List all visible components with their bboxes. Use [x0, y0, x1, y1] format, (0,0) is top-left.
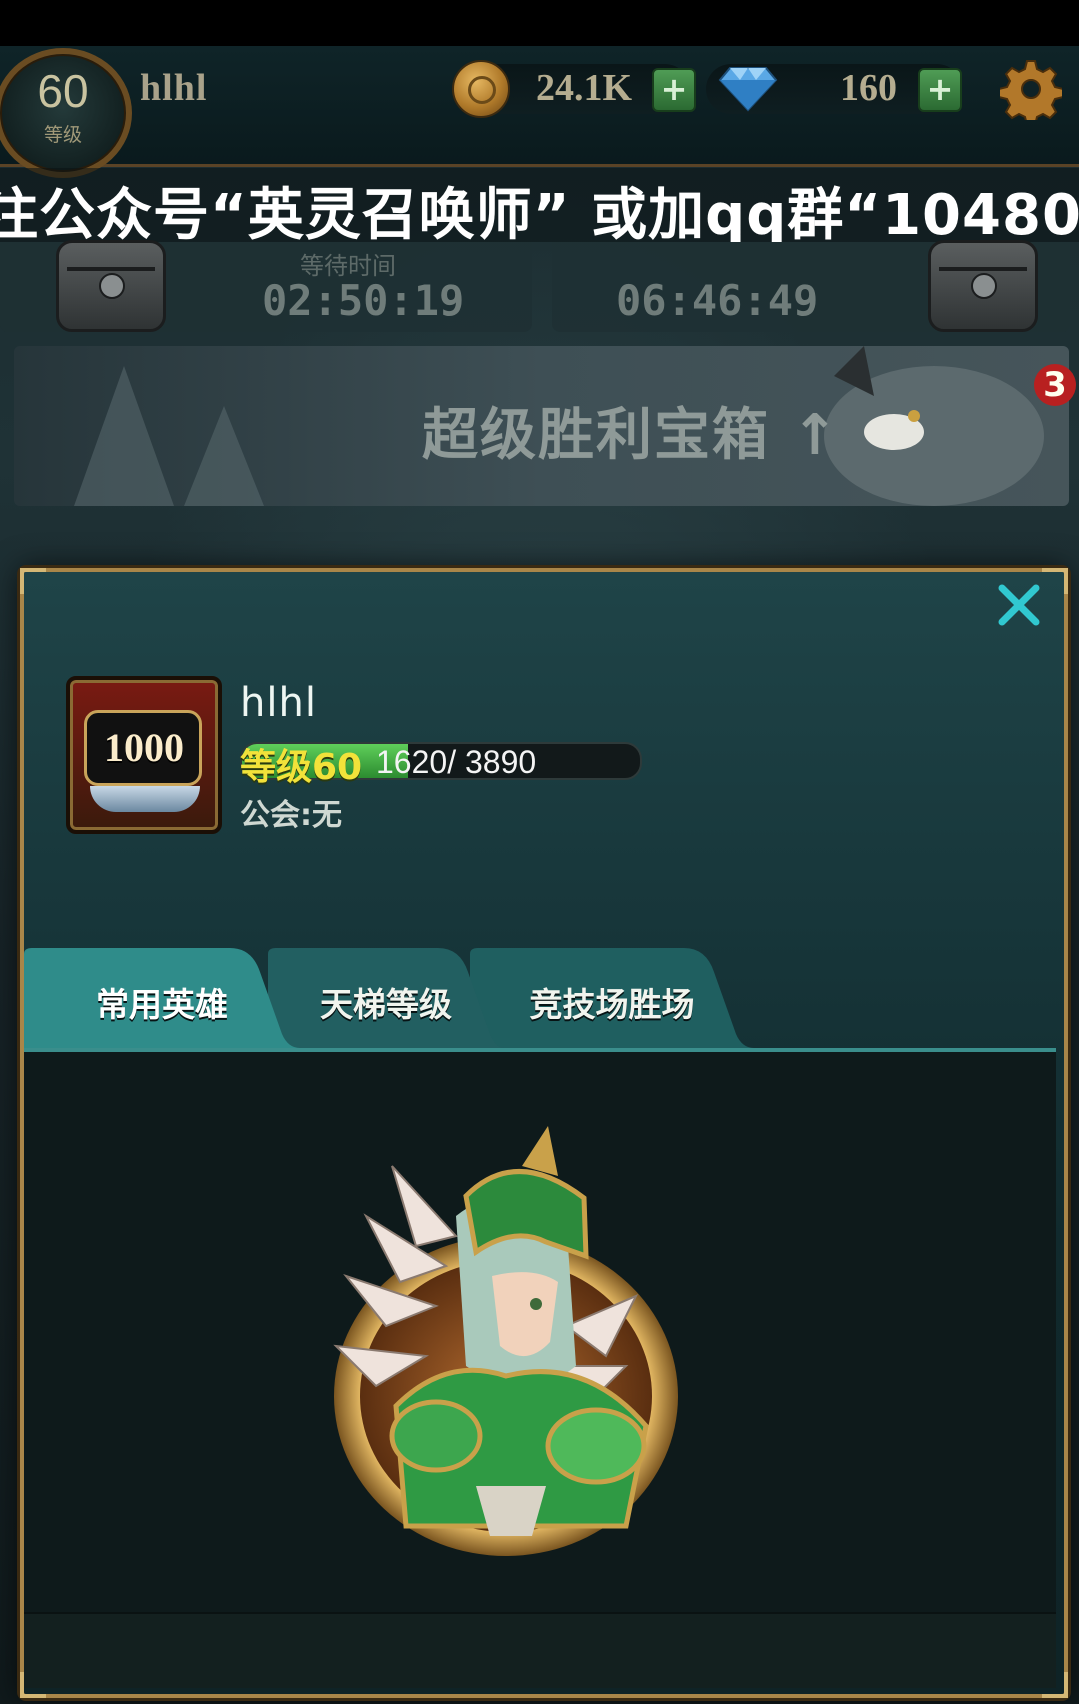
- player-level-number: 60: [37, 65, 89, 117]
- guild-label: 公会:无: [240, 798, 342, 833]
- tab-common-heroes[interactable]: 常用英雄: [24, 948, 300, 1048]
- add-gold-button[interactable]: +: [652, 68, 696, 112]
- rank-badge-value: 1000: [104, 725, 184, 770]
- favorite-hero-portrait[interactable]: [296, 1106, 716, 1566]
- player-level-label: 等级: [43, 124, 82, 146]
- rank-badge-wing: [90, 786, 200, 812]
- notification-badge: 3: [1034, 364, 1076, 406]
- tab-ladder-rank[interactable]: 天梯等级: [268, 948, 504, 1048]
- settings-gear-icon[interactable]: [1000, 58, 1062, 120]
- rank-badge-avatar[interactable]: 1000: [66, 676, 222, 834]
- tab-label: 常用英雄: [96, 985, 228, 1024]
- add-gems-button[interactable]: +: [918, 68, 962, 112]
- tab-label: 天梯等级: [320, 985, 452, 1024]
- gem-amount: 160: [840, 67, 897, 109]
- profile-level-label: 等级60: [240, 747, 363, 788]
- treasure-chest-icon: [928, 240, 1038, 332]
- gold-coin-icon: [452, 60, 510, 118]
- treasure-chest-icon: [56, 240, 166, 332]
- frame-corner: [1042, 568, 1068, 594]
- diamond-icon: [718, 67, 778, 112]
- profile-player-name: hlhl: [240, 680, 317, 726]
- gold-amount: 24.1K: [536, 67, 633, 109]
- tab-label: 竞技场胜场: [529, 985, 695, 1024]
- chest-timer-right: 06:46:49: [616, 276, 819, 325]
- announcement-text: 注公众号“英灵召唤师” 或加qq群“104801: [0, 183, 1079, 242]
- banner-title: 超级胜利宝箱 ↑: [422, 403, 841, 468]
- content-footer: [24, 1612, 1056, 1688]
- tab-arena-wins[interactable]: 竞技场胜场: [470, 948, 754, 1048]
- chest-timer-left: 02:50:19: [262, 276, 465, 325]
- experience-text: 1620/ 3890: [376, 744, 537, 780]
- hud-player-name: hlhl: [140, 67, 208, 109]
- player-level-badge[interactable]: 60 等级: [0, 48, 132, 178]
- frame-corner: [20, 568, 46, 594]
- close-icon[interactable]: [994, 580, 1044, 630]
- announcement-marquee: 注公众号“英灵召唤师” 或加qq群“104801: [0, 168, 1079, 242]
- status-bar: [0, 0, 1079, 46]
